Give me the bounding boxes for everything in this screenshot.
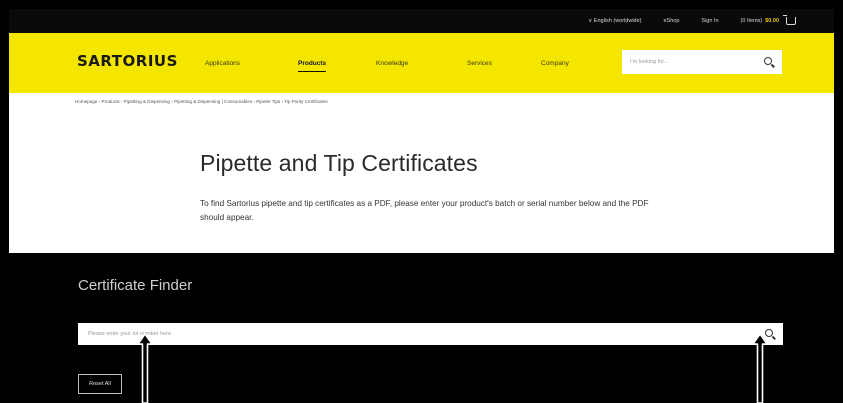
cart-icon	[783, 15, 796, 25]
page-intro: Homepage › Products › Pipetting & Dispen…	[9, 93, 834, 253]
arrow-annotation-right	[752, 333, 768, 403]
page-description: To find Sartorius pipette and tip certif…	[200, 199, 649, 222]
cart-count: (0 Items)	[740, 18, 763, 24]
header-search-placeholder: I'm looking for...	[630, 59, 669, 65]
search-icon[interactable]	[764, 57, 772, 65]
page: ∨ English (worldwide) eShop Sign In (0 I…	[9, 9, 834, 403]
nav-products[interactable]: Products	[298, 33, 327, 93]
header-search-input[interactable]: I'm looking for...	[622, 50, 782, 74]
page-title: Pipette and Tip Certificates	[200, 150, 478, 176]
reset-all-button[interactable]: Reset All	[78, 374, 122, 394]
certificate-finder-title: Certificate Finder	[78, 277, 193, 294]
sign-in-link[interactable]: Sign In	[701, 18, 718, 24]
nav-applications[interactable]: Applications	[205, 33, 240, 93]
nav-company[interactable]: Company	[541, 33, 569, 93]
nav-knowledge[interactable]: Knowledge	[376, 33, 408, 93]
utility-bar: ∨ English (worldwide) eShop Sign In (0 I…	[9, 9, 834, 33]
nav-services[interactable]: Services	[467, 33, 492, 93]
sartorius-logo[interactable]: SARTORIUS	[77, 52, 178, 70]
arrow-annotation-left	[137, 333, 153, 403]
lot-number-input[interactable]	[88, 331, 748, 337]
language-selector[interactable]: ∨ English (worldwide)	[588, 18, 641, 24]
cart-link[interactable]: (0 Items) $0.00	[740, 15, 796, 25]
eshop-link[interactable]: eShop	[664, 18, 680, 24]
breadcrumb[interactable]: Homepage › Products › Pipetting & Dispen…	[75, 99, 328, 104]
cart-total: $0.00	[765, 18, 779, 24]
screenshot-frame: ∨ English (worldwide) eShop Sign In (0 I…	[0, 0, 843, 403]
lot-number-search-box[interactable]	[78, 323, 783, 345]
main-header: SARTORIUS Applications Products Knowledg…	[9, 33, 834, 93]
